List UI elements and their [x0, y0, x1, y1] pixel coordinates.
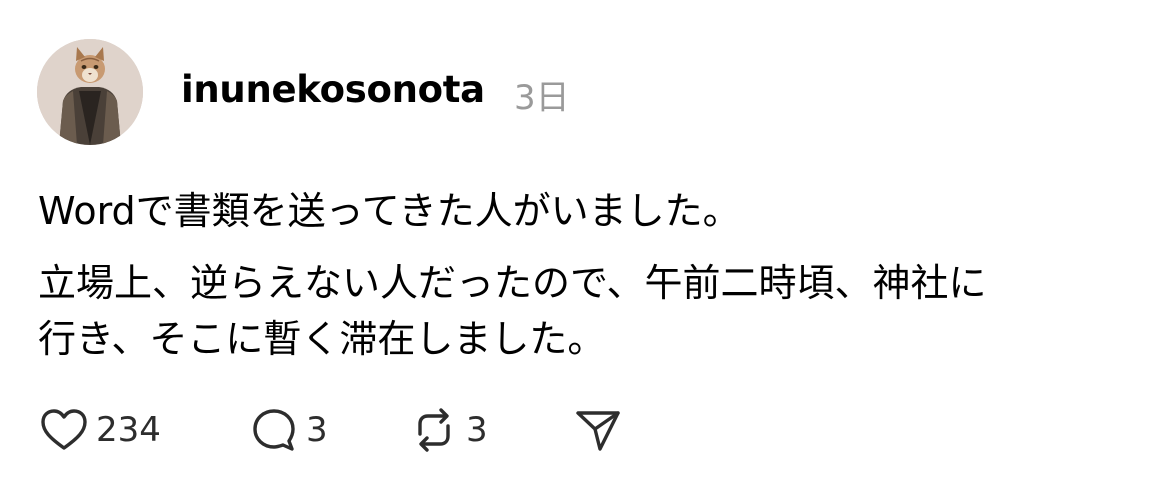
post-body: Wordで書類を送ってきた人がいました。 立場上、逆らえない人だったので、午前二…	[38, 183, 1138, 367]
repost-count: 3	[466, 410, 488, 450]
like-button[interactable]: 234	[38, 400, 161, 460]
post-timestamp: 3日	[514, 78, 570, 118]
repost-icon	[408, 404, 460, 456]
heart-icon	[38, 404, 90, 456]
repost-button[interactable]: 3	[408, 400, 488, 460]
share-button[interactable]	[572, 400, 624, 460]
username[interactable]: inunekosonota	[181, 68, 485, 111]
post-body-line: 立場上、逆らえない人だったので、午前二時頃、神社に	[38, 261, 987, 305]
send-icon	[572, 404, 624, 456]
avatar-cat-person-image	[37, 39, 143, 145]
post-card: inunekosonota 3日 Wordで書類を送ってきた人がいました。 立場…	[0, 0, 1169, 490]
comment-button[interactable]: 3	[248, 400, 328, 460]
comment-bubble-icon	[248, 404, 300, 456]
post-body-line: 行き、そこに暫く滞在しました。	[38, 317, 606, 361]
avatar[interactable]	[37, 39, 143, 145]
like-count: 234	[96, 410, 161, 450]
comment-count: 3	[306, 410, 328, 450]
post-body-line: Wordで書類を送ってきた人がいました。	[38, 189, 741, 233]
